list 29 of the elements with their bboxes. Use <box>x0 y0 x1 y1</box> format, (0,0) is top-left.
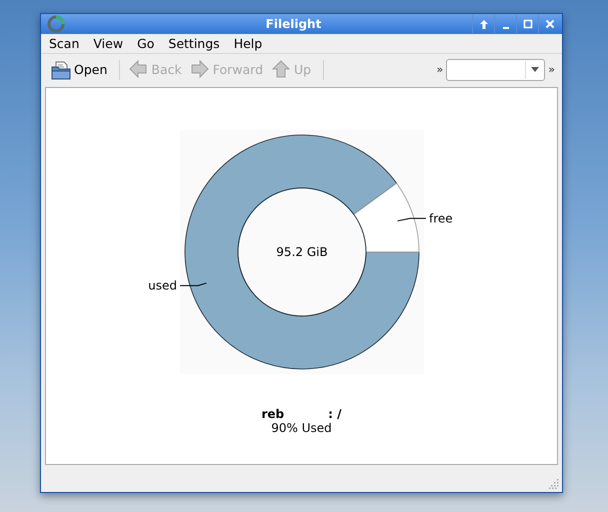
mount-point: : / <box>328 407 342 421</box>
leader-line <box>179 282 206 286</box>
toolbar-button[interactable]: Open <box>49 57 114 82</box>
menu-item[interactable]: Settings <box>168 36 220 51</box>
menu-item[interactable]: Scan <box>49 36 80 51</box>
leader-line <box>396 218 426 222</box>
location-combo[interactable] <box>446 58 546 80</box>
maximize-icon <box>522 18 534 30</box>
app-icon <box>47 15 65 33</box>
slice-label: free <box>428 211 452 226</box>
overflow-chevron[interactable]: » <box>545 63 558 76</box>
menu-item[interactable]: Go <box>137 36 154 51</box>
slice-label: used <box>148 278 176 293</box>
right-arrow-icon <box>190 59 210 80</box>
caret-icon <box>531 67 540 72</box>
up-arrow-icon <box>271 59 292 80</box>
up-arrow-icon <box>478 18 490 30</box>
minimize-icon <box>502 27 508 29</box>
menu-item[interactable]: Help <box>234 36 262 51</box>
folder-icon <box>51 59 71 80</box>
menu-item[interactable]: View <box>93 36 124 51</box>
window-title: Filelight <box>264 17 322 31</box>
left-arrow-icon <box>128 59 148 80</box>
disk-name: reb <box>261 407 284 421</box>
center-label: 95.2 GiB <box>276 245 328 259</box>
usage-text: 90% Used <box>271 421 332 435</box>
overflow-chevron[interactable]: » <box>434 63 446 76</box>
resize-grip-icon <box>549 479 559 489</box>
close-icon <box>544 18 556 30</box>
